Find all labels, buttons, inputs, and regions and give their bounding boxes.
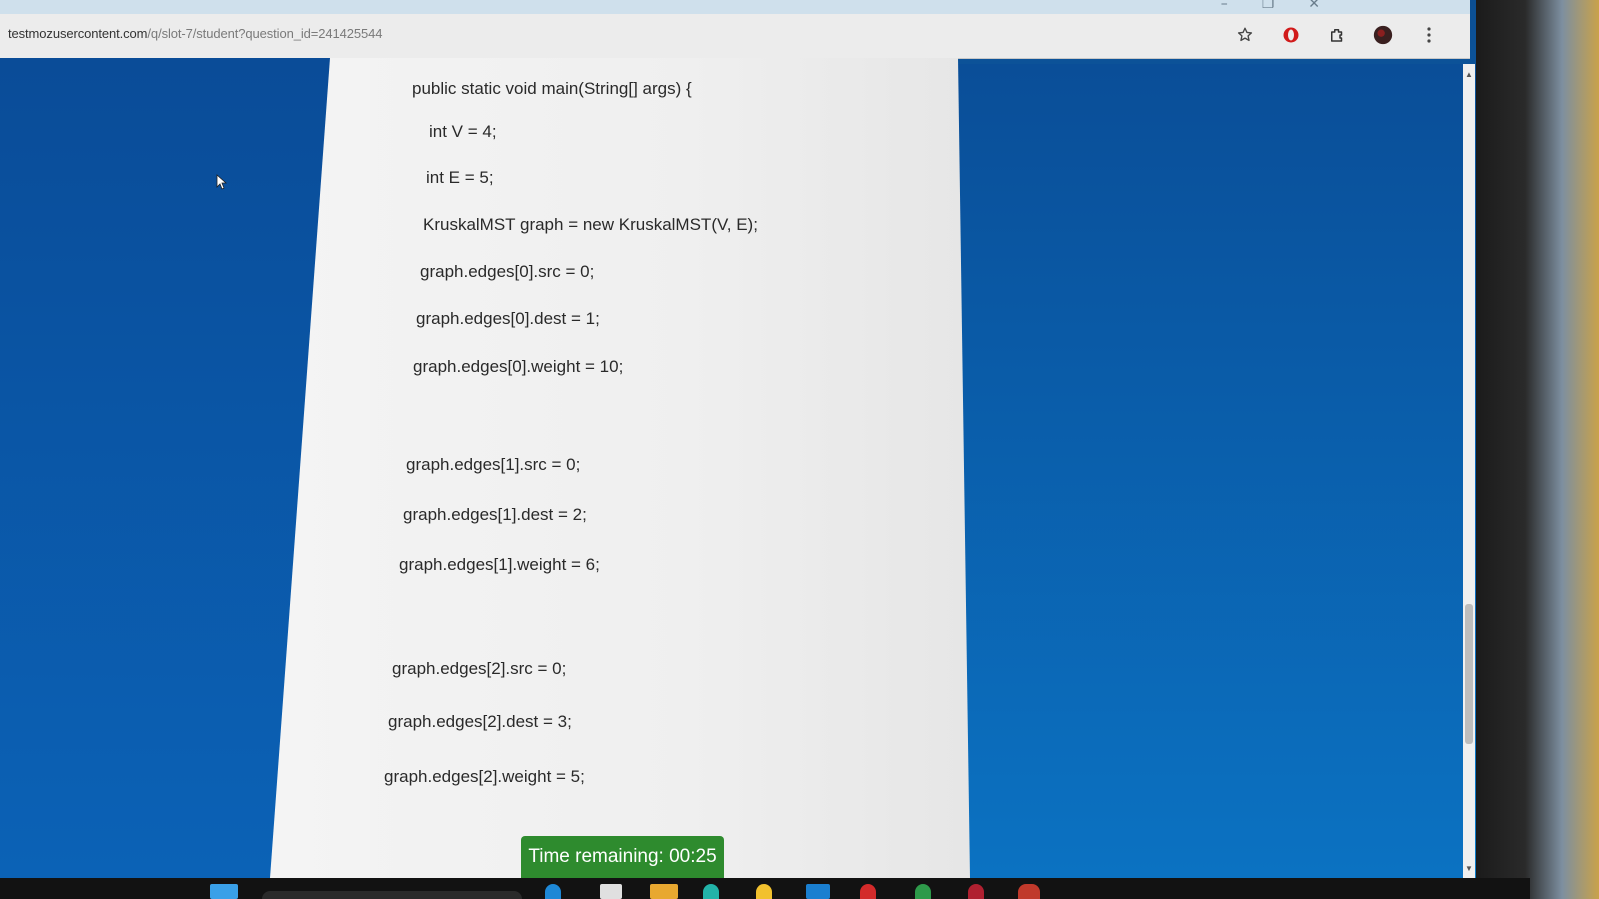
bookmark-star-icon[interactable] <box>1234 24 1256 46</box>
code-line: graph.edges[2].weight = 5; <box>384 767 585 786</box>
code-line: graph.edges[1].weight = 6; <box>399 555 600 574</box>
browser-toolbar <box>1234 24 1440 46</box>
window-controls: – ❐ ✕ <box>1221 0 1320 12</box>
screen: – ❐ ✕ testmozusercontent.com/q/slot-7/st… <box>0 0 1599 899</box>
code-block: public static void main(String[] args) {… <box>0 0 960 880</box>
profile-avatar-icon[interactable] <box>1372 24 1394 46</box>
taskbar-app-icon[interactable] <box>545 884 561 899</box>
menu-kebab-icon[interactable] <box>1418 24 1440 46</box>
code-line: graph.edges[1].dest = 2; <box>403 505 587 524</box>
right-background-panel <box>958 64 1463 879</box>
close-icon[interactable]: ✕ <box>1308 0 1320 12</box>
restore-icon[interactable]: ❐ <box>1262 0 1275 12</box>
scroll-down-arrow-icon[interactable]: ▼ <box>1465 864 1473 873</box>
code-line: int V = 4; <box>429 122 497 141</box>
taskbar-search-box[interactable] <box>262 891 522 899</box>
code-line: int E = 5; <box>426 168 494 187</box>
taskbar-app-icon[interactable] <box>600 884 622 899</box>
taskbar-app-icon[interactable] <box>1018 884 1040 899</box>
opera-icon[interactable] <box>1280 24 1302 46</box>
code-line: graph.edges[0].dest = 1; <box>416 309 600 328</box>
scroll-thumb[interactable] <box>1465 604 1473 744</box>
code-line: public static void main(String[] args) { <box>412 79 692 98</box>
code-line: graph.edges[2].src = 0; <box>392 659 567 678</box>
extensions-icon[interactable] <box>1326 24 1348 46</box>
code-line: KruskalMST graph = new KruskalMST(V, E); <box>423 215 758 234</box>
monitor-bezel-background <box>1476 0 1599 899</box>
code-line: graph.edges[0].weight = 10; <box>413 357 624 376</box>
opera-taskbar-icon[interactable] <box>860 884 876 899</box>
taskbar-app-icon[interactable] <box>968 884 984 899</box>
minimize-icon[interactable]: – <box>1221 0 1228 12</box>
windows-start-icon[interactable] <box>210 884 238 899</box>
mouse-pointer-icon <box>216 174 228 195</box>
code-line: graph.edges[0].src = 0; <box>420 262 595 281</box>
scroll-up-arrow-icon[interactable]: ▲ <box>1465 70 1473 79</box>
taskbar-app-icon[interactable] <box>915 884 931 899</box>
time-remaining-badge: Time remaining: 00:25 <box>521 836 724 878</box>
taskbar-app-icon[interactable] <box>756 884 772 899</box>
code-line: graph.edges[2].dest = 3; <box>388 712 572 731</box>
folder-icon[interactable] <box>650 884 678 899</box>
taskbar <box>0 878 1530 899</box>
edge-browser-icon[interactable] <box>703 884 719 899</box>
taskbar-app-icon[interactable] <box>806 884 830 899</box>
page-scrollbar[interactable]: ▲ ▼ <box>1463 64 1475 879</box>
code-line: graph.edges[1].src = 0; <box>406 455 581 474</box>
